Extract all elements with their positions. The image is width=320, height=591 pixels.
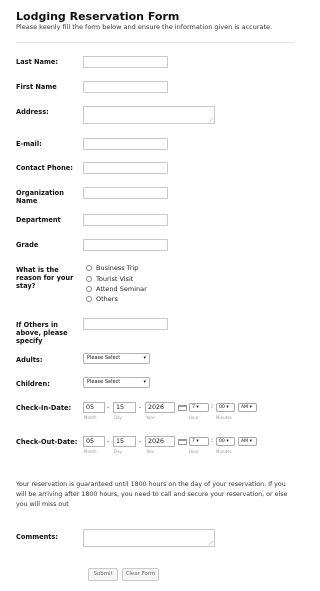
others-specify-input[interactable] [83, 318, 168, 330]
comments-textarea[interactable] [83, 529, 215, 547]
minutes-sublabel: Minutes [216, 449, 232, 454]
email-label: E-mail: [16, 140, 42, 148]
calendar-icon[interactable] [178, 439, 187, 445]
radio-button[interactable] [86, 276, 92, 282]
adults-label: Adults: [16, 356, 43, 364]
children-label: Children: [16, 380, 50, 388]
clear-form-button[interactable]: Clear Form [122, 568, 159, 581]
month-sublabel: Month [84, 415, 97, 420]
checkout-year-input[interactable]: 2026 [145, 436, 175, 447]
time-separator: : [211, 402, 214, 410]
radio-business-trip[interactable]: Business Trip [86, 264, 138, 272]
organization-input[interactable] [83, 187, 168, 199]
department-input[interactable] [83, 214, 168, 226]
date-separator: - [107, 403, 110, 411]
checkin-minutes-select[interactable]: 00 ▾ [216, 403, 235, 412]
checkout-minutes-select[interactable]: 00 ▾ [216, 437, 235, 446]
checkout-month-input[interactable]: 05 [83, 436, 105, 447]
form-title: Lodging Reservation Form [16, 10, 180, 23]
submit-button[interactable]: Submit [88, 568, 118, 581]
chevron-down-icon: ▾ [143, 379, 146, 385]
others-specify-label: If Others in above, please specify [16, 321, 68, 345]
reservation-notice: Your reservation is guaranteed until 180… [16, 481, 288, 508]
first-name-label: First Name [16, 83, 57, 91]
hour-sublabel: Hour [189, 449, 199, 454]
day-sublabel: Day [114, 415, 122, 420]
contact-phone-input[interactable] [83, 162, 168, 174]
grade-input[interactable] [83, 239, 168, 251]
contact-phone-label: Contact Phone: [16, 164, 73, 172]
address-textarea[interactable] [83, 106, 215, 124]
last-name-input[interactable] [83, 56, 168, 68]
radio-button[interactable] [86, 296, 92, 302]
date-separator: - [139, 437, 142, 445]
year-sublabel: Year [146, 415, 155, 420]
hour-sublabel: Hour [189, 415, 199, 420]
organization-label: Organization Name [16, 189, 64, 205]
minutes-sublabel: Minutes [216, 415, 232, 420]
address-label: Address: [16, 108, 49, 116]
divider [16, 42, 294, 43]
resize-handle-icon[interactable] [209, 118, 213, 122]
month-sublabel: Month [84, 449, 97, 454]
checkin-month-input[interactable]: 05 [83, 402, 105, 413]
year-sublabel: Year [146, 449, 155, 454]
date-separator: - [107, 437, 110, 445]
checkout-ampm-select[interactable]: AM ▾ [238, 437, 257, 446]
checkin-label: Check-In-Date: [16, 404, 72, 412]
calendar-icon[interactable] [178, 405, 187, 411]
children-select[interactable]: Please Select ▾ [83, 377, 150, 388]
chevron-down-icon: ▾ [143, 355, 146, 361]
radio-tourist-visit[interactable]: Tourist Visit [86, 275, 133, 283]
checkin-hour-select[interactable]: 7 ▾ [189, 403, 209, 412]
checkin-year-input[interactable]: 2026 [145, 402, 175, 413]
radio-button[interactable] [86, 265, 92, 271]
form-subtitle: Please keenly fill the form below and en… [16, 23, 273, 31]
radio-button[interactable] [86, 286, 92, 292]
comments-label: Comments: [16, 533, 58, 541]
checkin-ampm-select[interactable]: AM ▾ [238, 403, 257, 412]
checkin-day-input[interactable]: 15 [113, 402, 136, 413]
reason-label: What is the reason for your stay? [16, 266, 74, 290]
radio-attend-seminar[interactable]: Attend Seminar [86, 285, 147, 293]
department-label: Department [16, 216, 61, 224]
last-name-label: Last Name: [16, 58, 58, 66]
checkout-hour-select[interactable]: 7 ▾ [189, 437, 209, 446]
date-separator: - [139, 403, 142, 411]
radio-others[interactable]: Others [86, 295, 118, 303]
grade-label: Grade [16, 241, 39, 249]
day-sublabel: Day [114, 449, 122, 454]
first-name-input[interactable] [83, 81, 168, 93]
checkout-day-input[interactable]: 15 [113, 436, 136, 447]
checkout-label: Check-Out-Date: [16, 438, 78, 446]
email-input[interactable] [83, 138, 168, 150]
adults-select[interactable]: Please Select ▾ [83, 353, 150, 364]
resize-handle-icon[interactable] [209, 541, 213, 545]
time-separator: : [211, 436, 214, 444]
